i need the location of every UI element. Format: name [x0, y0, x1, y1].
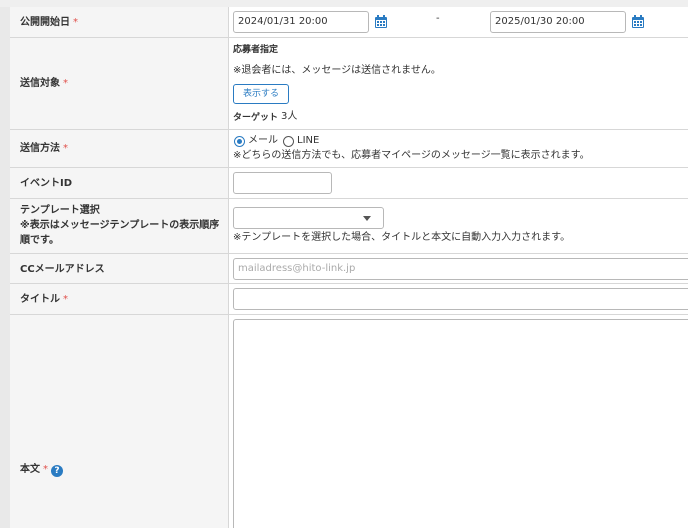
event-id-input[interactable]: [233, 172, 332, 194]
required-mark: *: [63, 78, 68, 89]
send-target-label-text: 送信対象: [20, 78, 60, 89]
title-label-text: タイトル: [20, 294, 60, 305]
template-select[interactable]: [233, 207, 384, 229]
publish-start-label-text: 公開開始日: [20, 17, 70, 28]
chevron-down-icon: [363, 216, 371, 221]
target-label: ターゲット: [233, 113, 279, 123]
required-mark: *: [73, 17, 78, 28]
body-textarea[interactable]: [233, 319, 688, 528]
cc-email-label: CCメールアドレス: [20, 264, 105, 275]
title-input[interactable]: [233, 288, 688, 310]
date-range-separator: -: [436, 13, 440, 24]
title-label: タイトル *: [20, 292, 68, 307]
withdrawn-note: ※退会者には、メッセージは送信されません。: [233, 65, 441, 76]
template-label: テンプレート選択: [20, 205, 100, 216]
top-shade: [0, 0, 688, 7]
calendar-icon[interactable]: [374, 15, 388, 29]
required-mark: *: [43, 464, 48, 475]
radio-email-label: メール: [248, 135, 278, 146]
cc-email-input[interactable]: mailadress@hito-link.jp: [233, 258, 688, 280]
publish-start-label: 公開開始日 *: [20, 15, 78, 30]
applicant-designation-label: 応募者指定: [233, 45, 279, 55]
body-label-text: 本文: [20, 464, 40, 475]
send-method-label-text: 送信方法: [20, 143, 60, 154]
show-button[interactable]: 表示する: [233, 84, 289, 104]
body-label: 本文 *: [20, 462, 48, 477]
row-event-id: イベントID: [10, 168, 688, 199]
required-mark: *: [63, 294, 68, 305]
template-sublabel: ※表示はメッセージテンプレートの表示順序: [20, 220, 220, 231]
send-target-label: 送信対象 *: [20, 76, 68, 91]
target-count: 3人: [281, 111, 298, 122]
radio-line-label: LINE: [297, 135, 320, 146]
event-id-label: イベントID: [20, 178, 73, 189]
cc-email-placeholder: mailadress@hito-link.jp: [238, 263, 356, 274]
template-note: ※テンプレートを選択した場合、タイトルと本文に自動入力入力されます。: [233, 232, 571, 243]
template-sublabel-2: 順です。: [20, 235, 59, 246]
required-mark: *: [63, 143, 68, 154]
publish-start-input[interactable]: 2024/01/31 20:00: [233, 11, 369, 33]
send-method-label: 送信方法 *: [20, 141, 68, 156]
calendar-icon[interactable]: [631, 15, 645, 29]
help-icon[interactable]: ?: [51, 465, 63, 477]
radio-email[interactable]: [234, 136, 245, 147]
publish-end-input[interactable]: 2025/01/30 20:00: [490, 11, 626, 33]
radio-line[interactable]: [283, 136, 294, 147]
row-send-target: 送信対象 *: [10, 38, 688, 130]
send-method-note: ※どちらの送信方法でも、応募者マイページのメッセージ一覧に表示されます。: [233, 150, 590, 161]
message-form: 公開開始日 * 2024/01/31 20:00 - 2025/01/30 20:…: [0, 0, 688, 528]
